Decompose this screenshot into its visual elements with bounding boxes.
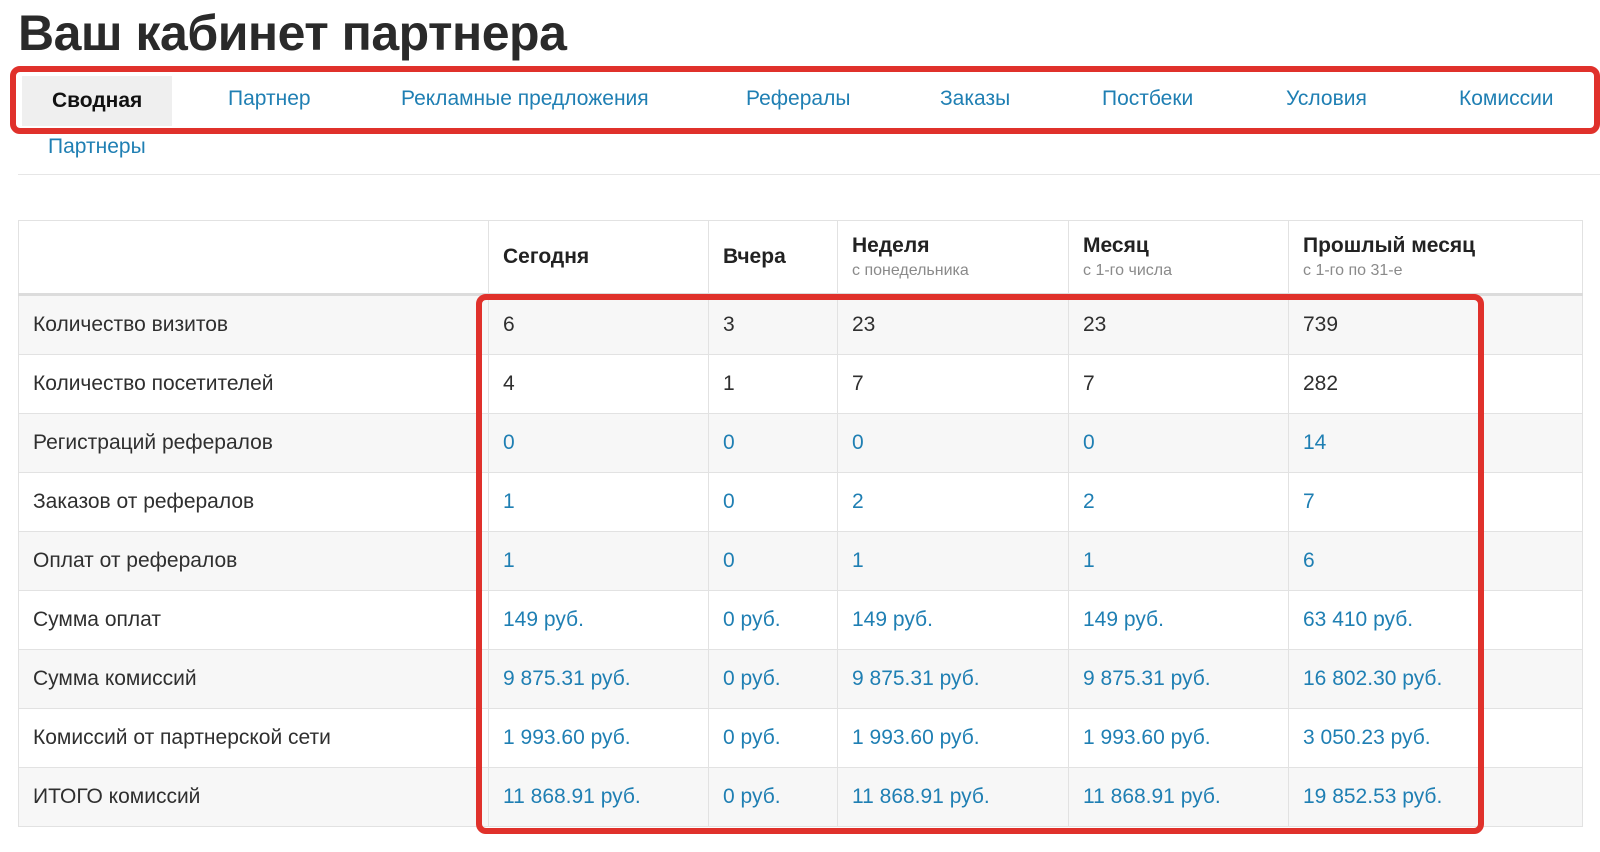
stat-value-link[interactable]: 0: [1068, 413, 1289, 473]
stat-value: 739: [1288, 294, 1583, 355]
column-subtitle: с понедельника: [852, 262, 969, 279]
stat-value-link[interactable]: 0: [708, 531, 838, 591]
stat-value-link[interactable]: 7: [1288, 472, 1583, 532]
table-row: Регистраций рефералов 0 0 0 0 14: [18, 413, 1583, 473]
tab-offers[interactable]: Рекламные предложения: [401, 74, 649, 124]
stat-value-link[interactable]: 63 410 руб.: [1288, 590, 1583, 650]
stat-value-link[interactable]: 1 993.60 руб.: [1068, 708, 1289, 768]
row-label: Количество посетителей: [18, 354, 489, 414]
stat-value-link[interactable]: 0: [708, 472, 838, 532]
table-row: ИТОГО комиссий 11 868.91 руб. 0 руб. 11 868…: [18, 767, 1583, 827]
column-subtitle: с 1-го по 31-е: [1303, 262, 1403, 279]
tab-postbacks[interactable]: Постбеки: [1102, 74, 1193, 124]
table-row: Заказов от рефералов 1 0 2 2 7: [18, 472, 1583, 532]
tab-partners[interactable]: Партнеры: [48, 122, 146, 172]
stat-value-link[interactable]: 1 993.60 руб.: [837, 708, 1069, 768]
stat-value-link[interactable]: 0 руб.: [708, 708, 838, 768]
stat-value-link[interactable]: 0: [488, 413, 709, 473]
stat-value-link[interactable]: 9 875.31 руб.: [1068, 649, 1289, 709]
row-label: Заказов от рефералов: [18, 472, 489, 532]
row-label: Сумма оплат: [18, 590, 489, 650]
stat-value-link[interactable]: 1: [488, 531, 709, 591]
table-row: Оплат от рефералов 1 0 1 1 6: [18, 531, 1583, 591]
stat-value-link[interactable]: 1: [1068, 531, 1289, 591]
stat-value: 7: [1068, 354, 1289, 414]
stat-value-link[interactable]: 11 868.91 руб.: [837, 767, 1069, 827]
stat-value: 23: [837, 294, 1069, 355]
stat-value-link[interactable]: 0 руб.: [708, 767, 838, 827]
column-header-yesterday: Вчера: [708, 220, 838, 296]
page-title: Ваш кабинет партнера: [18, 5, 567, 61]
partner-tabs: Сводная Партнер Рекламные предложения Ре…: [18, 74, 1600, 175]
stat-value-link[interactable]: 11 868.91 руб.: [488, 767, 709, 827]
stat-value: 282: [1288, 354, 1583, 414]
table-row: Количество визитов 6 3 23 23 739: [18, 294, 1583, 355]
stat-value: 3: [708, 294, 838, 355]
row-label: Оплат от рефералов: [18, 531, 489, 591]
stat-value-link[interactable]: 1: [488, 472, 709, 532]
stat-value-link[interactable]: 149 руб.: [1068, 590, 1289, 650]
table-header-row: Сегодня Вчера Неделя с понедельника Месяц…: [18, 220, 1583, 296]
table-row: Сумма комиссий 9 875.31 руб. 0 руб. 9 875.3…: [18, 649, 1583, 709]
stat-value: 4: [488, 354, 709, 414]
stat-value: 6: [488, 294, 709, 355]
stat-value-link[interactable]: 9 875.31 руб.: [837, 649, 1069, 709]
stat-value-link[interactable]: 149 руб.: [488, 590, 709, 650]
stat-value-link[interactable]: 3 050.23 руб.: [1288, 708, 1583, 768]
table-row: Количество посетителей 4 1 7 7 282: [18, 354, 1583, 414]
stats-table: Сегодня Вчера Неделя с понедельника Месяц…: [18, 220, 1583, 827]
tab-conditions[interactable]: Условия: [1286, 74, 1367, 124]
stat-value-link[interactable]: 9 875.31 руб.: [488, 649, 709, 709]
tab-summary[interactable]: Сводная: [22, 76, 173, 126]
row-label: Количество визитов: [18, 294, 489, 355]
column-header: [18, 220, 489, 296]
stat-value: 7: [837, 354, 1069, 414]
tab-commissions[interactable]: Комиссии: [1459, 74, 1554, 124]
stat-value-link[interactable]: 0 руб.: [708, 649, 838, 709]
tab-orders[interactable]: Заказы: [940, 74, 1010, 124]
row-label: Комиссий от партнерской сети: [18, 708, 489, 768]
row-label: Регистраций рефералов: [18, 413, 489, 473]
stat-value-link[interactable]: 0: [837, 413, 1069, 473]
row-label: ИТОГО комиссий: [18, 767, 489, 827]
stat-value-link[interactable]: 2: [837, 472, 1069, 532]
stat-value-link[interactable]: 0 руб.: [708, 590, 838, 650]
stat-value-link[interactable]: 0: [708, 413, 838, 473]
tab-partner[interactable]: Партнер: [228, 74, 311, 124]
column-header-today: Сегодня: [488, 220, 709, 296]
stat-value-link[interactable]: 14: [1288, 413, 1583, 473]
stat-value: 23: [1068, 294, 1289, 355]
stat-value-link[interactable]: 16 802.30 руб.: [1288, 649, 1583, 709]
stat-value-link[interactable]: 19 852.53 руб.: [1288, 767, 1583, 827]
column-header-last-month: Прошлый месяц с 1-го по 31-е: [1288, 220, 1583, 296]
table-row: Комиссий от партнерской сети 1 993.60 руб…: [18, 708, 1583, 768]
table-row: Сумма оплат 149 руб. 0 руб. 149 руб. 149 руб…: [18, 590, 1583, 650]
column-subtitle: с 1-го числа: [1083, 262, 1173, 279]
stat-value-link[interactable]: 2: [1068, 472, 1289, 532]
stat-value-link[interactable]: 11 868.91 руб.: [1068, 767, 1289, 827]
stat-value-link[interactable]: 1: [837, 531, 1069, 591]
row-label: Сумма комиссий: [18, 649, 489, 709]
stat-value-link[interactable]: 149 руб.: [837, 590, 1069, 650]
tab-referrals[interactable]: Рефералы: [746, 74, 850, 124]
column-header-week: Неделя с понедельника: [837, 220, 1069, 296]
stat-value-link[interactable]: 6: [1288, 531, 1583, 591]
stat-value: 1: [708, 354, 838, 414]
stat-value-link[interactable]: 1 993.60 руб.: [488, 708, 709, 768]
column-header-month: Месяц с 1-го числа: [1068, 220, 1289, 296]
